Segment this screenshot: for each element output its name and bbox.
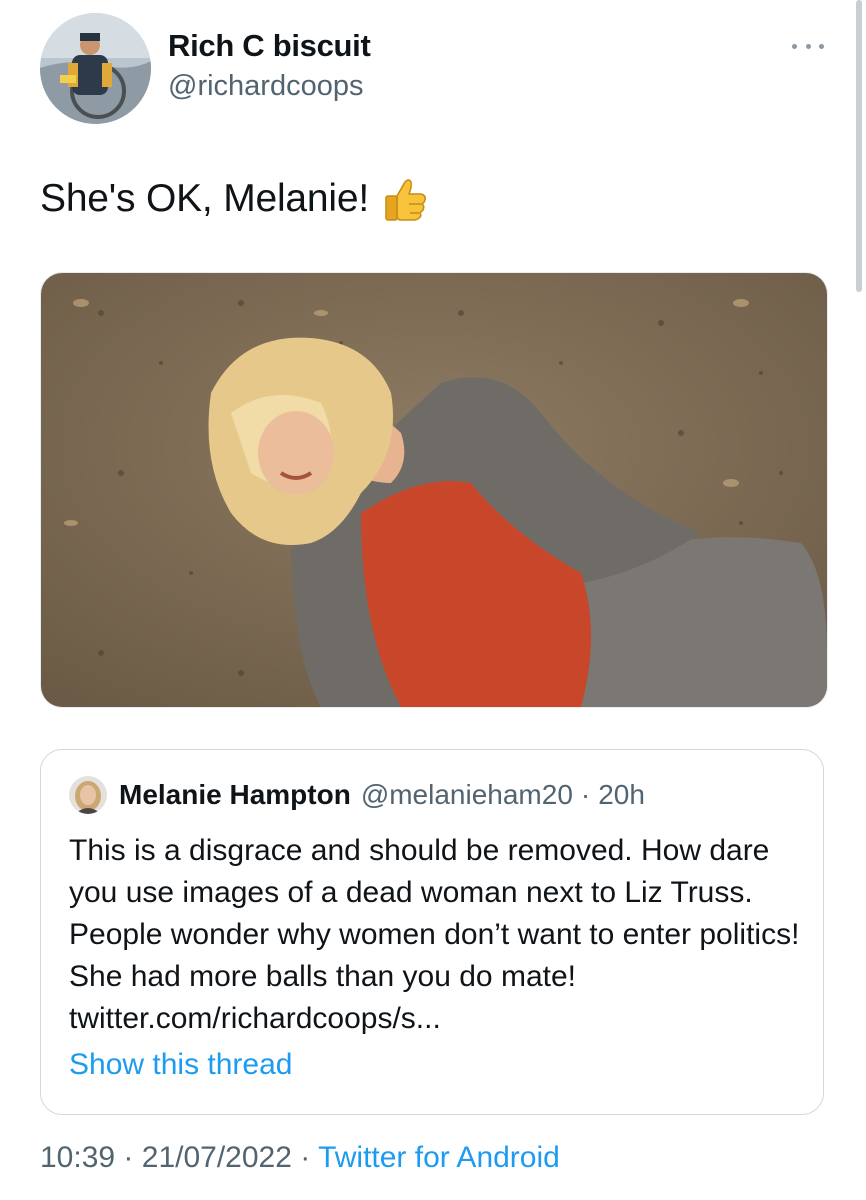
quoted-author-name[interactable]: Melanie Hampton <box>119 779 351 811</box>
author-handle[interactable]: @richardcoops <box>168 70 363 103</box>
quoted-tweet-header: Melanie Hampton @melanieham20 · 20h <box>69 776 645 814</box>
show-thread-link[interactable]: Show this thread <box>69 1048 292 1082</box>
tweet-date: 21/07/2022 <box>141 1141 292 1174</box>
thumbs-up-icon <box>383 176 427 222</box>
quoted-separator: · <box>580 779 591 810</box>
author-display-name[interactable]: Rich C biscuit <box>168 28 371 64</box>
more-horizontal-icon[interactable] <box>792 36 824 56</box>
quoted-tweet-text: This is a disgrace and should be removed… <box>69 834 800 1035</box>
quoted-author-avatar[interactable] <box>69 776 107 814</box>
scrollbar[interactable] <box>856 0 862 292</box>
quoted-tweet-card[interactable]: Melanie Hampton @melanieham20 · 20h This… <box>40 749 824 1115</box>
quoted-author-handle[interactable]: @melanieham20 <box>361 779 573 811</box>
tweet-source-link[interactable]: Twitter for Android <box>318 1141 560 1174</box>
tweet-text-row: She's OK, Melanie! <box>40 176 427 222</box>
author-avatar[interactable] <box>40 13 151 124</box>
tweet-media-image[interactable] <box>40 272 828 708</box>
tweet-time: 10:39 <box>40 1141 116 1174</box>
tweet-text: She's OK, Melanie! <box>40 177 370 220</box>
quoted-time: 20h <box>598 779 645 810</box>
tweet-metadata: 10:39 · 21/07/2022 · Twitter for Android <box>40 1141 560 1175</box>
meta-separator: · <box>123 1141 134 1174</box>
meta-separator: · <box>300 1141 311 1174</box>
